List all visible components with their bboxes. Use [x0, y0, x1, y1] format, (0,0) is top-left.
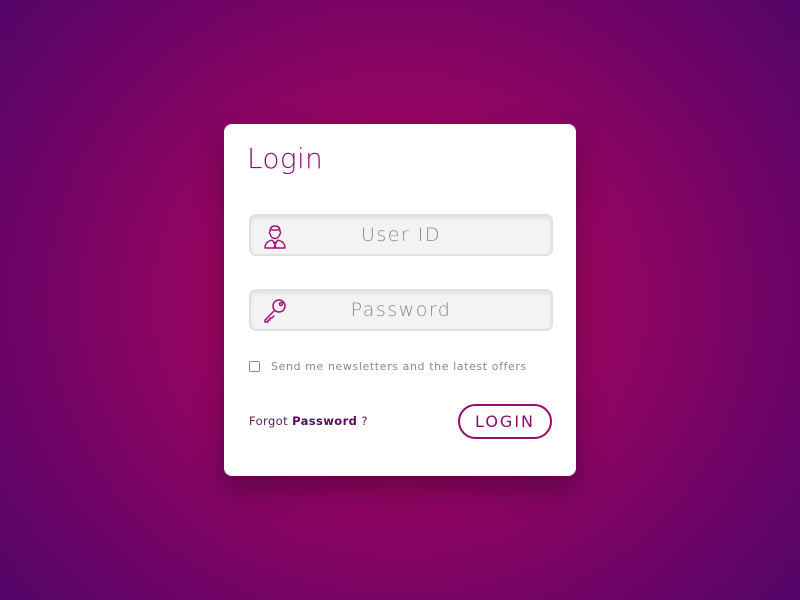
login-title: Login: [247, 142, 324, 175]
forgot-emphasis: Password: [292, 414, 358, 428]
user-id-field[interactable]: [249, 214, 553, 256]
forgot-prefix: Forgot: [249, 414, 289, 428]
password-field[interactable]: [249, 289, 553, 331]
user-icon: [261, 222, 289, 250]
key-icon: [261, 297, 289, 325]
newsletter-row: Send me newsletters and the latest offer…: [249, 358, 527, 374]
forgot-password-link[interactable]: Forgot Password ?: [249, 414, 368, 428]
user-id-input[interactable]: [291, 216, 511, 254]
login-button[interactable]: LOGIN: [458, 404, 552, 439]
password-input[interactable]: [291, 291, 511, 329]
newsletter-label: Send me newsletters and the latest offer…: [271, 359, 527, 373]
login-card: Login Send me newsletters and the: [224, 124, 576, 476]
forgot-suffix: ?: [361, 414, 368, 428]
newsletter-checkbox[interactable]: [249, 360, 260, 372]
